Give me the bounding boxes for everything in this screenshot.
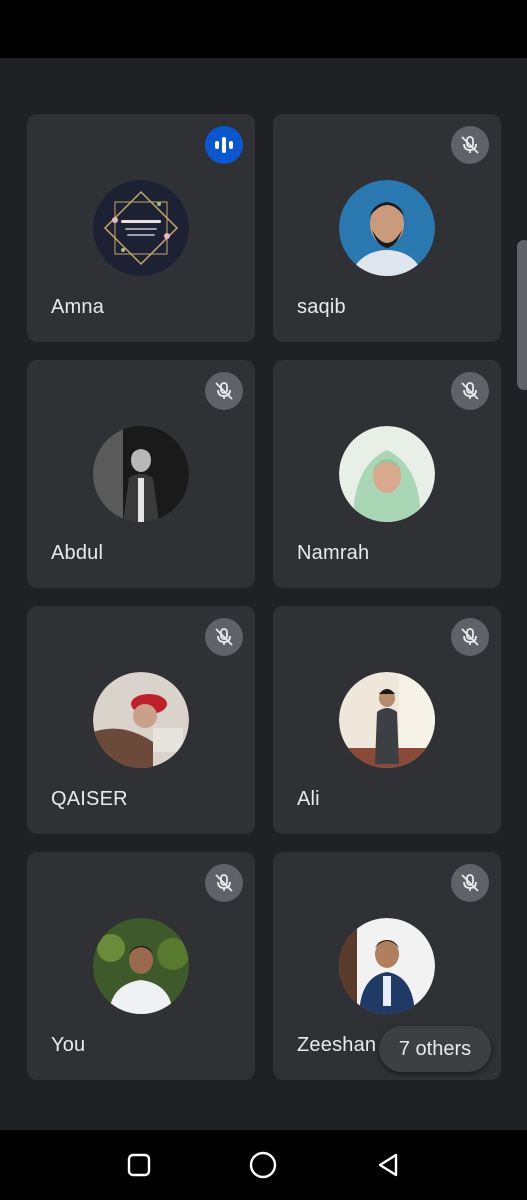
mic-off-icon	[205, 372, 243, 410]
participant-name: QAISER	[51, 788, 128, 810]
mic-off-icon	[205, 864, 243, 902]
participant-name: saqib	[297, 296, 346, 318]
status-bar	[0, 0, 527, 58]
mic-off-icon	[205, 618, 243, 656]
avatar-photo-icon	[339, 672, 435, 768]
mic-off-icon	[451, 618, 489, 656]
navigation-bar	[0, 1130, 527, 1200]
others-chip[interactable]: 7 others	[379, 1026, 491, 1072]
home-circle-icon[interactable]	[245, 1147, 281, 1183]
avatar-photo-icon	[93, 672, 189, 768]
participant-tile-namrah[interactable]: Namrah	[273, 360, 501, 588]
participant-name: Zeeshan	[297, 1034, 377, 1056]
mic-off-icon	[451, 864, 489, 902]
participant-name: You	[51, 1034, 86, 1056]
avatar-logo-icon	[93, 180, 189, 276]
mic-off-icon	[451, 372, 489, 410]
participant-tile-amna[interactable]: Amna	[27, 114, 255, 342]
participant-name: Namrah	[297, 542, 370, 564]
avatar-photo-icon	[339, 426, 435, 522]
avatar-photo-icon	[339, 180, 435, 276]
mic-off-icon	[451, 126, 489, 164]
participant-tile-saqib[interactable]: saqib	[273, 114, 501, 342]
back-triangle-icon[interactable]	[370, 1147, 406, 1183]
speaking-indicator-icon	[205, 126, 243, 164]
participant-grid: Amna saqib Abdul Namrah QAISER Ali You Z…	[0, 58, 527, 1130]
participant-name: Ali	[297, 788, 320, 810]
participant-tile-ali[interactable]: Ali	[273, 606, 501, 834]
avatar-photo-icon	[93, 918, 189, 1014]
participant-tile-you[interactable]: You	[27, 852, 255, 1080]
scroll-handle[interactable]	[517, 240, 527, 390]
recents-square-icon[interactable]	[121, 1147, 157, 1183]
avatar-photo-icon	[93, 426, 189, 522]
participant-tile-qaiser[interactable]: QAISER	[27, 606, 255, 834]
participant-name: Abdul	[51, 542, 104, 564]
participant-tile-abdul[interactable]: Abdul	[27, 360, 255, 588]
participant-name: Amna	[51, 296, 105, 318]
avatar-photo-icon	[339, 918, 435, 1014]
